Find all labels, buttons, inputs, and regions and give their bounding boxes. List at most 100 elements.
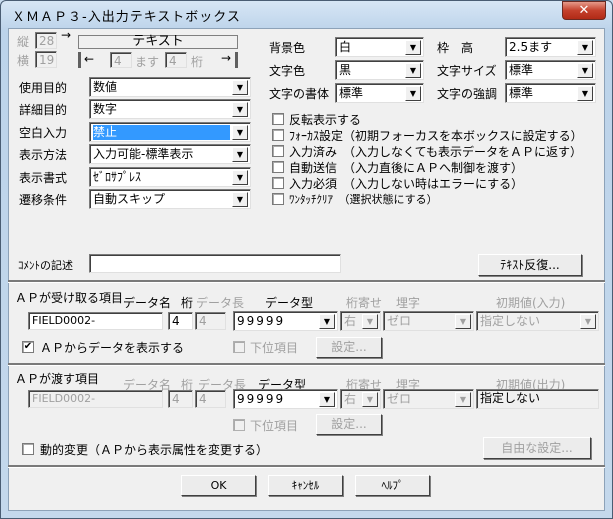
divider bbox=[8, 465, 605, 468]
dynamic-change-label: 動的変更（ＡＰから表示属性を変更する） bbox=[40, 443, 269, 457]
chevron-down-icon[interactable]: ▼ bbox=[405, 63, 421, 78]
arrow-left-icon: ← bbox=[84, 52, 95, 66]
chevron-down-icon[interactable]: ▼ bbox=[577, 86, 593, 101]
arrow-right-icon: → bbox=[221, 51, 232, 65]
auto-send-label: 自動送信 （入力直後にＡＰへ制御を渡す） bbox=[289, 161, 524, 175]
emphasis-value: 標準 bbox=[509, 86, 534, 100]
text-preview: テキスト bbox=[78, 35, 238, 49]
focus-checkbox[interactable] bbox=[272, 129, 284, 141]
transition-label: 遷移条件 bbox=[19, 193, 68, 207]
emphasis-select[interactable]: 標準 ▼ bbox=[505, 83, 596, 103]
transition-select[interactable]: 自動スキップ ▼ bbox=[89, 189, 251, 209]
send-fill-select: ゼロ ▼ bbox=[383, 389, 474, 409]
send-len-input: 4 bbox=[195, 390, 226, 408]
display-method-label: 表示方法 bbox=[19, 148, 68, 162]
tate-label: 縦 bbox=[17, 35, 30, 49]
header-keta: 桁 bbox=[181, 296, 194, 310]
chevron-down-icon[interactable]: ▼ bbox=[232, 102, 248, 117]
chevron-down-icon[interactable]: ▼ bbox=[405, 40, 421, 55]
receive-name-input[interactable]: FIELD0002- bbox=[28, 312, 163, 330]
receive-init-value: 指定しない bbox=[480, 314, 541, 328]
header-fill: 埋字 bbox=[396, 296, 421, 310]
bar-right bbox=[235, 52, 238, 68]
chevron-down-icon: ▼ bbox=[362, 314, 378, 329]
chevron-down-icon[interactable]: ▼ bbox=[405, 86, 421, 101]
comment-input[interactable] bbox=[89, 254, 341, 273]
divider bbox=[8, 280, 605, 283]
keta-label: 桁 bbox=[191, 55, 204, 69]
required-checkbox[interactable] bbox=[272, 177, 284, 189]
cancel-button[interactable]: ｷｬﾝｾﾙ bbox=[268, 475, 343, 496]
display-format-label: 表示書式 bbox=[19, 171, 68, 185]
close-button[interactable]: ✕ bbox=[562, 1, 606, 20]
arrow-right-icon: → bbox=[61, 28, 72, 42]
chevron-down-icon[interactable]: ▼ bbox=[232, 80, 248, 95]
send-align-value: 右 bbox=[344, 392, 357, 406]
chevron-down-icon: ▼ bbox=[455, 392, 471, 407]
transition-value: 自動スキップ bbox=[93, 192, 166, 206]
send-settings-button: 設定... bbox=[316, 414, 382, 435]
receive-align-select: 右 ▼ bbox=[340, 311, 381, 331]
header-data-type: データ型 bbox=[265, 296, 314, 310]
chevron-down-icon[interactable]: ▼ bbox=[232, 192, 248, 207]
chevron-down-icon[interactable]: ▼ bbox=[232, 147, 248, 162]
chevron-down-icon[interactable]: ▼ bbox=[319, 314, 335, 329]
required-label: 入力必須 （入力しない時はエラーにする） bbox=[289, 177, 524, 191]
yoko-field: 19 bbox=[35, 51, 57, 68]
display-format-select[interactable]: ｾﾞﾛｻﾌﾟﾚｽ ▼ bbox=[89, 167, 251, 187]
display-method-select[interactable]: 入力可能-標準表示 ▼ bbox=[89, 144, 251, 164]
font-label: 文字の書体 bbox=[269, 87, 330, 101]
purpose-value: 数値 bbox=[93, 80, 118, 94]
chevron-down-icon: ▼ bbox=[362, 392, 378, 407]
entered-checkbox[interactable] bbox=[272, 145, 284, 157]
chevron-down-icon: ▼ bbox=[455, 314, 471, 329]
blank-input-value: 禁止 bbox=[93, 125, 230, 140]
chevron-down-icon[interactable]: ▼ bbox=[319, 392, 335, 407]
bg-color-label: 背景色 bbox=[269, 41, 306, 55]
show-from-ap-label: ＡＰからデータを表示する bbox=[40, 341, 185, 355]
comment-label: ｺﾒﾝﾄの記述 bbox=[18, 259, 73, 272]
text-repeat-button[interactable]: ﾃｷｽﾄ反復... bbox=[478, 254, 582, 276]
header-align: 桁寄せ bbox=[346, 296, 383, 310]
window-title: ＸＭＡＰ３-入出力テキストボックス bbox=[12, 10, 241, 25]
receive-type-value: 99999 bbox=[237, 314, 286, 328]
chevron-down-icon[interactable]: ▼ bbox=[232, 170, 248, 185]
receive-title: ＡＰが受け取る項目 bbox=[15, 291, 124, 305]
purpose-select[interactable]: 数値 ▼ bbox=[89, 77, 251, 97]
text-size-select[interactable]: 標準 ▼ bbox=[505, 60, 596, 80]
header-init-input: 初期値(入力) bbox=[496, 296, 566, 310]
invert-checkbox[interactable] bbox=[272, 113, 284, 125]
send-sub-item-label: 下位項目 bbox=[250, 419, 299, 433]
send-title: ＡＰが渡す項目 bbox=[15, 372, 100, 386]
chevron-down-icon[interactable]: ▼ bbox=[232, 125, 248, 140]
frame-height-select[interactable]: 2.5ます ▼ bbox=[505, 37, 596, 57]
receive-type-select[interactable]: 99999 ▼ bbox=[233, 311, 338, 331]
checkmark-icon: ✔ bbox=[23, 341, 33, 352]
bg-color-select[interactable]: 白 ▼ bbox=[335, 37, 424, 57]
dynamic-change-checkbox[interactable] bbox=[22, 443, 34, 455]
chevron-down-icon[interactable]: ▼ bbox=[577, 63, 593, 78]
detail-purpose-label: 詳細目的 bbox=[19, 103, 68, 117]
help-button[interactable]: ﾍﾙﾌﾟ bbox=[355, 475, 430, 496]
one-touch-clear-checkbox[interactable] bbox=[272, 193, 284, 205]
text-color-select[interactable]: 黒 ▼ bbox=[335, 60, 424, 80]
font-select[interactable]: 標準 ▼ bbox=[335, 83, 424, 103]
one-touch-clear-label: ﾜﾝﾀｯﾁｸﾘｱ （選択状態にする） bbox=[289, 193, 438, 206]
send-name-input: FIELD0002- bbox=[28, 390, 163, 408]
send-type-value: 99999 bbox=[237, 392, 286, 406]
blank-input-select[interactable]: 禁止 ▼ bbox=[89, 122, 251, 142]
close-icon: ✕ bbox=[578, 3, 590, 18]
send-init-field: 指定しない bbox=[476, 389, 599, 409]
cols-field: 4 bbox=[110, 52, 132, 68]
send-keta-input: 4 bbox=[168, 390, 193, 408]
receive-sub-item-label: 下位項目 bbox=[250, 341, 299, 355]
emphasis-label: 文字の強調 bbox=[437, 87, 498, 101]
send-type-select[interactable]: 99999 ▼ bbox=[233, 389, 338, 409]
ok-button[interactable]: OK bbox=[181, 475, 256, 496]
send-align-select: 右 ▼ bbox=[340, 389, 381, 409]
chevron-down-icon[interactable]: ▼ bbox=[577, 40, 593, 55]
detail-purpose-select[interactable]: 数字 ▼ bbox=[89, 99, 251, 119]
show-from-ap-checkbox[interactable]: ✔ bbox=[22, 341, 34, 353]
auto-send-checkbox[interactable] bbox=[272, 161, 284, 173]
receive-keta-input[interactable]: 4 bbox=[168, 312, 193, 330]
